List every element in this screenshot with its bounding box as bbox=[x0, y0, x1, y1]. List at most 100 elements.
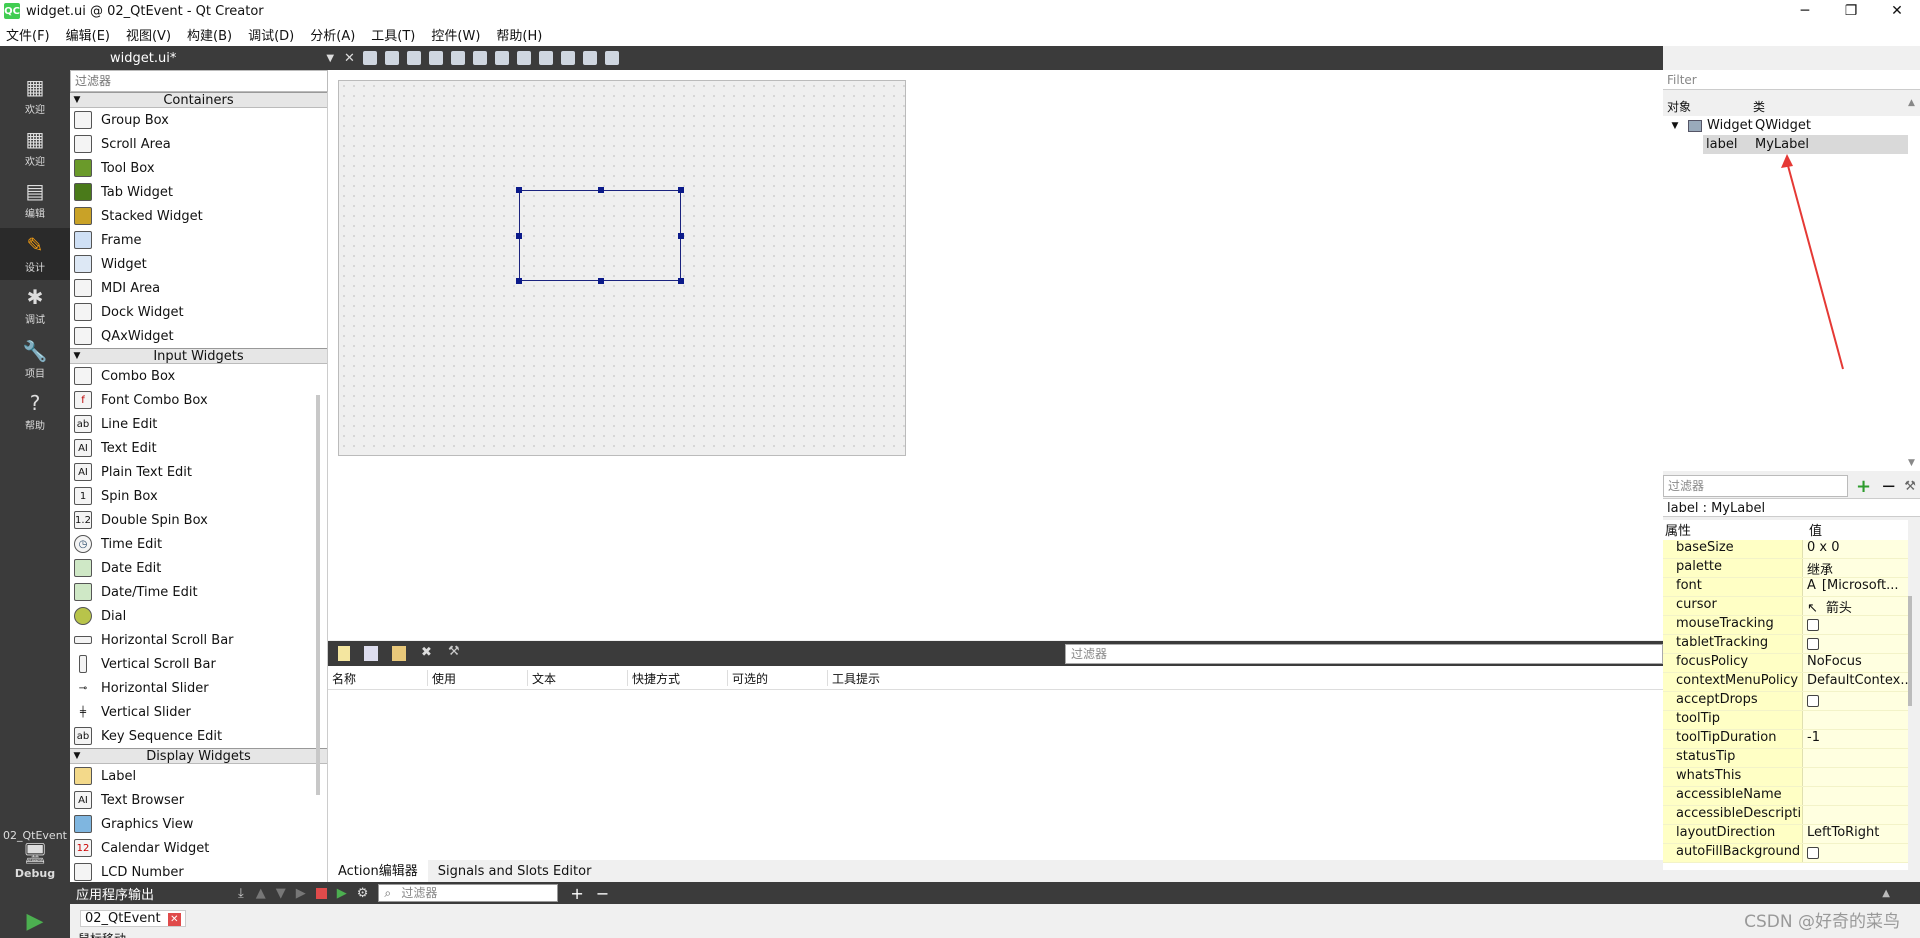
widget-box-filter[interactable] bbox=[70, 70, 328, 92]
mode-debug[interactable]: ✱ 调试 bbox=[0, 280, 70, 332]
minus-icon[interactable]: − bbox=[596, 884, 609, 903]
column-header[interactable]: 类 bbox=[1753, 98, 1765, 116]
menu-tools[interactable]: 工具(T) bbox=[371, 25, 415, 44]
attach-icon[interactable]: ⤓ bbox=[238, 886, 244, 901]
layout-tool-icon[interactable] bbox=[582, 51, 597, 65]
delete-action-icon[interactable]: ✖ bbox=[421, 645, 432, 660]
column-header[interactable]: 工具提示 bbox=[828, 670, 928, 686]
auto-fill-background-checkbox[interactable] bbox=[1807, 847, 1819, 859]
maximize-button[interactable]: ❐ bbox=[1828, 0, 1874, 22]
menu-edit[interactable]: 编辑(E) bbox=[66, 25, 110, 44]
menu-build[interactable]: 构建(B) bbox=[187, 25, 232, 44]
layout-tool-icon[interactable] bbox=[494, 51, 509, 65]
open-file-name[interactable]: widget.ui* bbox=[110, 51, 176, 66]
tab-signals-slots[interactable]: Signals and Slots Editor bbox=[428, 861, 602, 882]
property-row[interactable]: focusPolicy NoFocus bbox=[1663, 654, 1908, 673]
remove-property-icon[interactable]: − bbox=[1881, 476, 1896, 497]
column-header[interactable]: 对象 bbox=[1663, 98, 1753, 116]
widget-item[interactable]: ⊸ Horizontal Slider bbox=[70, 676, 327, 700]
output-filter[interactable]: ⌕ 过滤器 bbox=[378, 884, 559, 902]
run-icon[interactable]: ▶ bbox=[296, 886, 306, 901]
widget-item[interactable]: 1.2 Double Spin Box bbox=[70, 508, 327, 532]
widget-item[interactable]: f Font Combo Box bbox=[70, 388, 327, 412]
widget-item[interactable]: ab Key Sequence Edit bbox=[70, 724, 327, 748]
property-row[interactable]: baseSize 0 x 0 bbox=[1663, 540, 1908, 559]
widget-item[interactable]: Horizontal Scroll Bar bbox=[70, 628, 327, 652]
resize-handle[interactable] bbox=[678, 233, 684, 239]
property-row[interactable]: mouseTracking bbox=[1663, 616, 1908, 635]
widget-item[interactable]: Group Box bbox=[70, 108, 327, 132]
widget-item[interactable]: Tool Box bbox=[70, 156, 327, 180]
property-row[interactable]: cursor ↖ 箭头 bbox=[1663, 597, 1908, 616]
property-row[interactable]: autoFillBackground bbox=[1663, 844, 1908, 863]
property-row[interactable]: whatsThis bbox=[1663, 768, 1908, 787]
widget-item[interactable]: 1 Spin Box bbox=[70, 484, 327, 508]
menu-help[interactable]: 帮助(H) bbox=[496, 25, 542, 44]
object-filter-input[interactable]: Filter bbox=[1663, 70, 1920, 90]
widget-item[interactable]: Dial bbox=[70, 604, 327, 628]
column-header[interactable]: 属性 bbox=[1663, 520, 1803, 540]
widget-item[interactable]: ╪ Vertical Slider bbox=[70, 700, 327, 724]
menu-analyze[interactable]: 分析(A) bbox=[310, 25, 355, 44]
gear-icon[interactable]: ⚙ bbox=[357, 886, 369, 901]
layout-tool-icon[interactable] bbox=[472, 51, 487, 65]
widget-item[interactable]: Stacked Widget bbox=[70, 204, 327, 228]
add-icon[interactable]: + bbox=[570, 884, 583, 903]
layout-tool-icon[interactable] bbox=[406, 51, 421, 65]
property-row[interactable]: contextMenuPolicy DefaultContex... bbox=[1663, 673, 1908, 692]
widget-item[interactable]: Frame bbox=[70, 228, 327, 252]
category-containers[interactable]: ▼ Containers bbox=[70, 92, 327, 108]
widget-item[interactable]: MDI Area bbox=[70, 276, 327, 300]
column-header[interactable]: 可选的 bbox=[728, 670, 828, 686]
mode-design[interactable]: ✎ 设计 bbox=[0, 228, 70, 280]
resize-handle[interactable] bbox=[516, 233, 522, 239]
layout-tool-icon[interactable] bbox=[560, 51, 575, 65]
minimize-button[interactable]: ─ bbox=[1782, 0, 1828, 22]
column-header[interactable]: 名称 bbox=[328, 670, 428, 686]
property-row[interactable]: toolTip bbox=[1663, 711, 1908, 730]
configure-icon[interactable]: ⚒ bbox=[448, 644, 460, 659]
down-arrow-icon[interactable]: ▼ bbox=[276, 886, 286, 901]
layout-tool-icon[interactable] bbox=[516, 51, 531, 65]
widget-item[interactable]: AI Text Edit bbox=[70, 436, 327, 460]
copy-action-icon[interactable] bbox=[364, 646, 378, 661]
mouse-tracking-checkbox[interactable] bbox=[1807, 619, 1819, 631]
layout-tool-icon[interactable] bbox=[450, 51, 465, 65]
mode-edit[interactable]: ▤ 编辑 bbox=[0, 174, 70, 226]
widget-box-scrollbar[interactable] bbox=[316, 395, 320, 795]
run-button[interactable]: ▶ bbox=[0, 904, 70, 938]
new-action-icon[interactable] bbox=[338, 646, 350, 661]
widget-item[interactable]: 12 Calendar Widget bbox=[70, 836, 327, 860]
action-filter-input[interactable]: 过滤器 bbox=[1065, 644, 1663, 664]
widget-filter-input[interactable] bbox=[71, 71, 327, 91]
layout-tool-icon[interactable] bbox=[428, 51, 443, 65]
widget-item[interactable]: Label bbox=[70, 764, 327, 788]
widget-item[interactable]: AI Plain Text Edit bbox=[70, 460, 327, 484]
property-row[interactable]: accessibleName bbox=[1663, 787, 1908, 806]
resize-handle[interactable] bbox=[678, 187, 684, 193]
debug-run-icon[interactable]: ▶ bbox=[337, 886, 347, 901]
resize-handle[interactable] bbox=[678, 278, 684, 284]
maximize-panel-icon[interactable]: ▲ bbox=[1882, 888, 1890, 899]
scroll-down-icon[interactable]: ▼ bbox=[1908, 458, 1915, 468]
property-row[interactable]: layoutDirection LeftToRight bbox=[1663, 825, 1908, 844]
widget-item[interactable]: Combo Box bbox=[70, 364, 327, 388]
widget-item[interactable]: Dock Widget bbox=[70, 300, 327, 324]
property-row[interactable]: acceptDrops bbox=[1663, 692, 1908, 711]
mode-projects[interactable]: 🔧 项目 bbox=[0, 334, 70, 386]
accept-drops-checkbox[interactable] bbox=[1807, 695, 1819, 707]
widget-item[interactable]: ◷ Time Edit bbox=[70, 532, 327, 556]
property-row[interactable]: statusTip bbox=[1663, 749, 1908, 768]
mode-welcome-2[interactable]: ▦ 欢迎 bbox=[0, 122, 70, 174]
file-dropdown-icon[interactable]: ▼ bbox=[326, 53, 334, 64]
resize-handle[interactable] bbox=[516, 278, 522, 284]
widget-item[interactable]: Scroll Area bbox=[70, 132, 327, 156]
property-row[interactable]: tabletTracking bbox=[1663, 635, 1908, 654]
output-tab[interactable]: 02_QtEvent ✕ bbox=[80, 910, 186, 927]
category-input-widgets[interactable]: ▼ Input Widgets bbox=[70, 348, 327, 364]
menu-view[interactable]: 视图(V) bbox=[126, 25, 171, 44]
widget-item[interactable]: Date Edit bbox=[70, 556, 327, 580]
tablet-tracking-checkbox[interactable] bbox=[1807, 638, 1819, 650]
add-property-icon[interactable]: + bbox=[1856, 476, 1871, 497]
layout-tool-icon[interactable] bbox=[604, 51, 619, 65]
